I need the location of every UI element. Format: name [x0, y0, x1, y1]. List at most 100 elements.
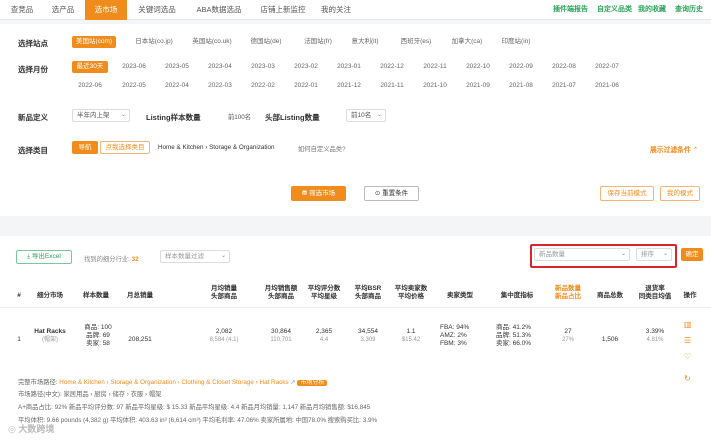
- month-item[interactable]: 2021-07: [545, 80, 583, 92]
- month-item[interactable]: 2021-08: [502, 80, 540, 92]
- col-new-count: 新品数量 新品占比: [548, 285, 588, 301]
- heart-icon[interactable]: ♡: [684, 352, 691, 361]
- chevron-up-icon: ⌃: [692, 147, 699, 154]
- month-item[interactable]: 2023-01: [330, 61, 368, 73]
- month-item[interactable]: 2022-02: [244, 80, 282, 92]
- month-item[interactable]: 2022-09: [502, 61, 540, 73]
- chart-icon[interactable]: ▥: [684, 320, 692, 329]
- detail-path-link[interactable]: Home & Kitchen › Storage & Organization …: [59, 379, 288, 386]
- row-sample-sellers: 卖家: 58: [86, 340, 110, 347]
- confirm-label: 确定: [685, 251, 699, 258]
- export-excel-button[interactable]: ⤓ 导出Excel: [16, 250, 72, 264]
- month-item[interactable]: 2022-11: [416, 61, 454, 73]
- tab-markets[interactable]: 选市场: [85, 0, 127, 20]
- month-item[interactable]: 2023-04: [201, 61, 239, 73]
- favorites-link[interactable]: 我的收藏: [638, 0, 666, 20]
- month-item[interactable]: 2023-03: [244, 61, 282, 73]
- head-listing-select[interactable]: 前10名 ⌄: [346, 109, 386, 122]
- row-market[interactable]: Hat Racks (帽架): [28, 328, 72, 344]
- month-item[interactable]: 2022-07: [588, 61, 626, 73]
- listing-sample-value[interactable]: 前100名: [228, 112, 251, 121]
- head-listing-value: 前10名: [351, 112, 372, 119]
- month-item[interactable]: 2022-01: [287, 80, 325, 92]
- nav-button[interactable]: 导航: [72, 141, 98, 154]
- col-avg-bsr-l1: 平均BSR: [354, 285, 382, 292]
- filter-market-button[interactable]: ⛃ 筛选市场: [291, 186, 346, 201]
- listing-sample-label: Listing样本数量: [146, 113, 201, 122]
- confirm-button[interactable]: 确定: [681, 248, 703, 261]
- save-mode-button[interactable]: 保存当前模式: [600, 186, 654, 201]
- site-in[interactable]: 印度站(in): [494, 36, 538, 48]
- site-jp[interactable]: 日本站(co.jp): [128, 36, 180, 48]
- col-return-rate-l1: 退货率: [645, 285, 665, 292]
- month-item[interactable]: 2021-12: [330, 80, 368, 92]
- row-return-avg: 4.81%: [646, 337, 664, 343]
- month-item[interactable]: 2022-03: [201, 80, 239, 92]
- refresh-icon[interactable]: ↻: [684, 374, 691, 383]
- my-mode-button[interactable]: 我的模式: [660, 186, 700, 201]
- row-avg-sales-sub: 8,584 (4.1): [209, 337, 239, 343]
- row-avg-sales: 2,082 8,584 (4.1): [202, 328, 246, 344]
- row-new-count-value: 27: [564, 328, 572, 335]
- chevron-down-icon: ⌄: [120, 112, 126, 118]
- tab-products[interactable]: 选产品: [42, 0, 84, 20]
- row-concentration: 商品: 41.2% 品牌: 51.3% 卖家: 66.0%: [496, 324, 546, 348]
- site-ca[interactable]: 加拿大(ca): [444, 36, 490, 48]
- new-def-select[interactable]: 半年内上架 ⌄: [72, 109, 130, 122]
- col-avg-sellers-l1: 平均卖家数: [394, 285, 428, 292]
- col-avg-bsr: 平均BSR 头部商品: [346, 285, 390, 301]
- col-avg-reviews-l1: 平均评分数: [307, 285, 341, 292]
- site-it[interactable]: 意大利(it): [344, 36, 386, 48]
- row-return-rate: 3.39% 4.81%: [634, 328, 676, 344]
- row-new-count: 27 27%: [548, 328, 588, 344]
- tab-store-monitor[interactable]: 店铺上新监控: [252, 0, 314, 20]
- month-item[interactable]: 2022-06: [72, 80, 108, 92]
- new-def-value: 半年内上架: [77, 112, 110, 119]
- row-avg-revenue-value: 30,864: [271, 328, 291, 335]
- month-item[interactable]: 2022-12: [373, 61, 411, 73]
- select-category-button[interactable]: 点我选择类目: [100, 141, 150, 154]
- month-item[interactable]: 2021-11: [373, 80, 411, 92]
- site-es[interactable]: 西班牙(es): [392, 36, 440, 48]
- list-icon[interactable]: ☰: [684, 336, 691, 345]
- sort-highlight-box: [530, 244, 677, 268]
- expand-filters-link[interactable]: 展示过滤条件 ⌃: [650, 144, 698, 154]
- month-recent30[interactable]: 最近30天: [72, 61, 108, 73]
- month-item[interactable]: 2023-02: [287, 61, 325, 73]
- custom-category-link[interactable]: 自定义品类: [597, 0, 632, 20]
- tab-keywords[interactable]: 关键词选品: [128, 0, 186, 20]
- row-market-sub: (帽架): [42, 337, 58, 343]
- month-item[interactable]: 2021-09: [459, 80, 497, 92]
- col-avg-sales-l1: 月均销量: [211, 285, 237, 292]
- detail-stats-line2: 平均体积: 9.66 pounds (4,382 g) 平均体积: 403.63…: [18, 417, 378, 424]
- custom-category-help[interactable]: 如何自定义品类?: [298, 144, 346, 153]
- sample-filter-select[interactable]: 样本数量过滤 ⌄: [160, 250, 230, 263]
- plugin-report-link[interactable]: 插件端报告: [553, 0, 588, 20]
- market-analysis-button[interactable]: 市场分析: [297, 380, 328, 386]
- row-avg-sellers: 1.1 $15.42: [388, 328, 434, 344]
- detail-path-label: 完整市场路径:: [18, 379, 58, 386]
- tab-aba[interactable]: ABA数据选品: [186, 0, 252, 20]
- month-item[interactable]: 2022-04: [158, 80, 196, 92]
- col-avg-revenue: 月均销售额 头部商品: [256, 285, 306, 301]
- tab-competitor[interactable]: 查竞品: [2, 0, 42, 20]
- month-item[interactable]: 2023-05: [158, 61, 196, 73]
- site-uk[interactable]: 英国站(co.uk): [186, 36, 238, 48]
- month-item[interactable]: 2021-10: [416, 80, 454, 92]
- site-de[interactable]: 德国站(de): [244, 36, 288, 48]
- month-item[interactable]: 2023-06: [115, 61, 153, 73]
- month-item[interactable]: 2021-06: [588, 80, 626, 92]
- month-item[interactable]: 2022-08: [545, 61, 583, 73]
- row-seller-type: FBA: 94% AMZ: 2% FBM: 3%: [440, 324, 484, 348]
- new-def-label: 新品定义: [18, 113, 48, 122]
- nav-button-label: 导航: [78, 144, 92, 151]
- filter-panel: 选择站点 美国站(com) 日本站(co.jp) 英国站(co.uk) 德国站(…: [0, 24, 711, 216]
- month-item[interactable]: 2022-05: [115, 80, 153, 92]
- site-us[interactable]: 美国站(com): [72, 36, 116, 48]
- col-return-rate: 退货率 同类目均值: [634, 285, 676, 301]
- tab-follow[interactable]: 我的关注: [314, 0, 358, 20]
- history-link[interactable]: 查询历史: [675, 0, 703, 20]
- reset-button[interactable]: ⊙ 重置条件: [364, 186, 419, 201]
- month-item[interactable]: 2022-10: [459, 61, 497, 73]
- site-fr[interactable]: 法国站(fr): [296, 36, 340, 48]
